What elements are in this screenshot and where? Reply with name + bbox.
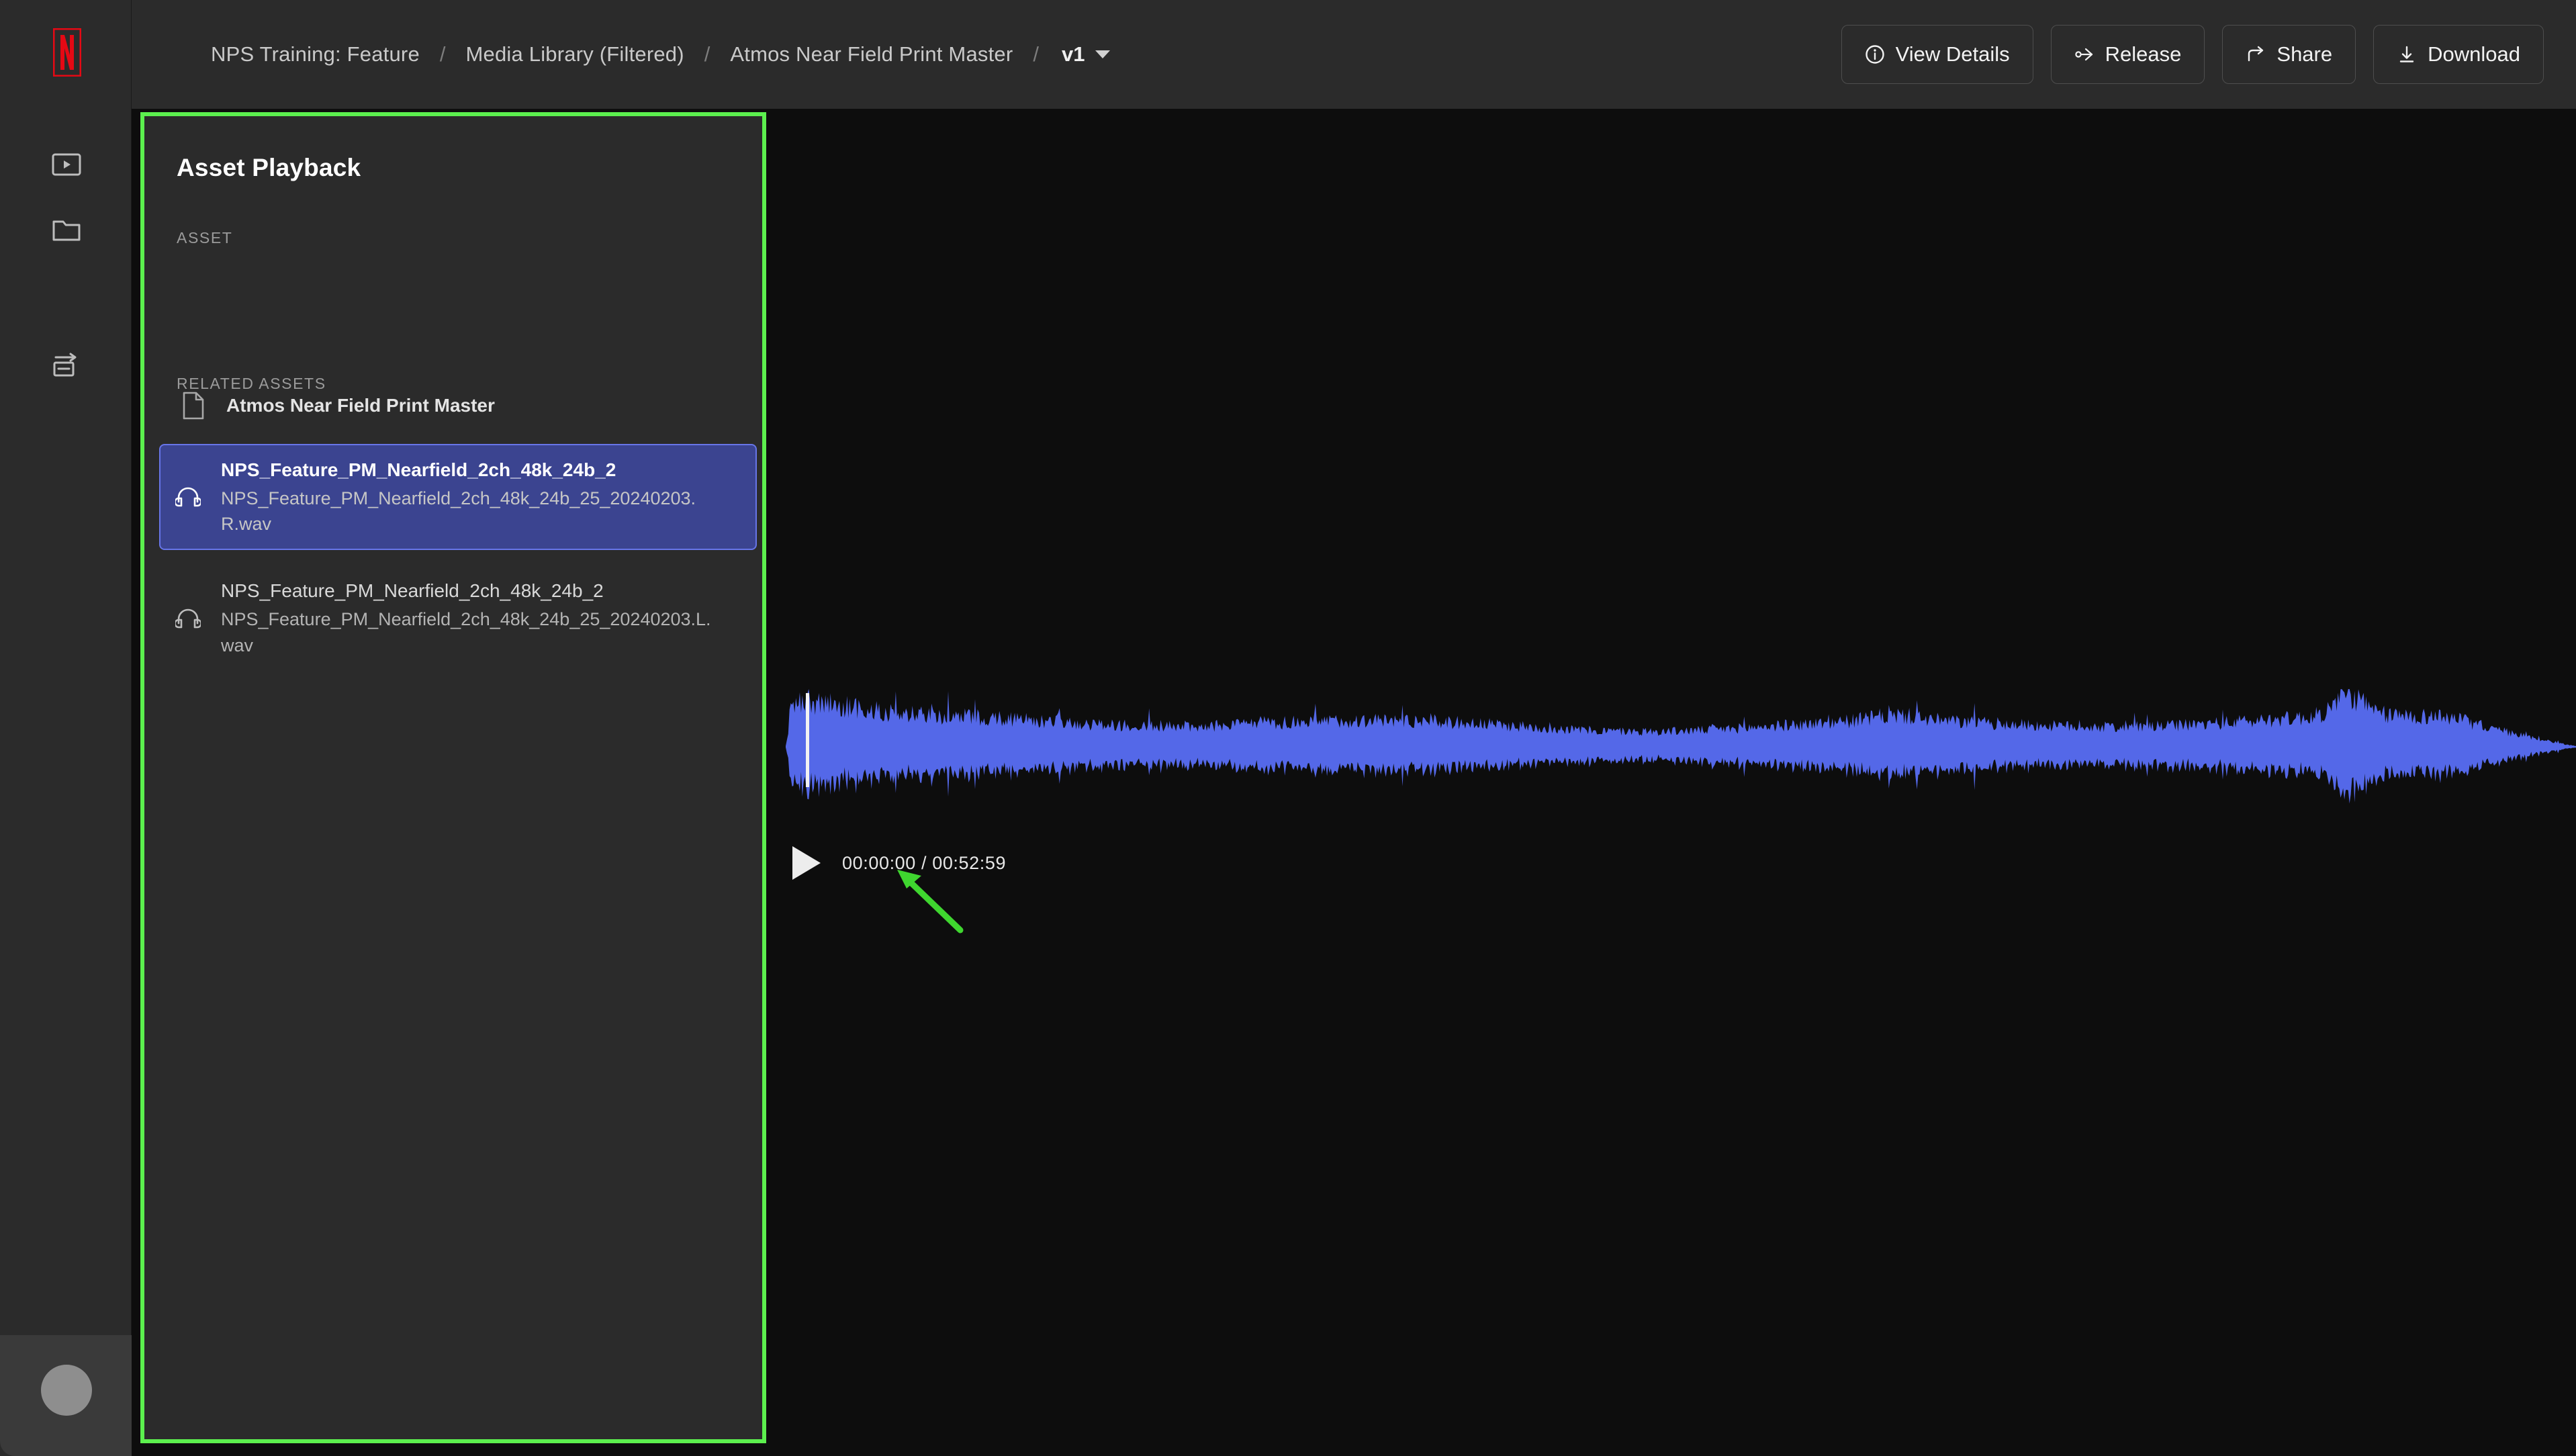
playhead[interactable] bbox=[806, 693, 809, 787]
share-arrow-icon bbox=[2246, 44, 2266, 64]
related-assets-list: NPS_Feature_PM_Nearfield_2ch_48k_24b_2 N… bbox=[159, 444, 757, 686]
version-selector[interactable]: v1 bbox=[1062, 42, 1111, 66]
release-label: Release bbox=[2105, 42, 2182, 66]
list-item-filename: NPS_Feature_PM_Nearfield_2ch_48k_24b_25_… bbox=[221, 609, 711, 655]
version-label: v1 bbox=[1062, 42, 1085, 66]
top-bar-actions: View Details Release Share Download bbox=[1841, 0, 2544, 109]
list-item[interactable]: NPS_Feature_PM_Nearfield_2ch_48k_24b_2 N… bbox=[159, 444, 757, 551]
breadcrumb-separator: / bbox=[704, 42, 710, 66]
player-controls: 00:00:00 / 00:52:59 bbox=[792, 846, 1006, 880]
download-button[interactable]: Download bbox=[2373, 25, 2544, 84]
chevron-down-icon bbox=[1095, 50, 1111, 58]
netflix-logo[interactable] bbox=[48, 24, 86, 81]
breadcrumb-separator: / bbox=[1033, 42, 1039, 66]
headphones-icon bbox=[175, 486, 201, 508]
breadcrumb-item-asset[interactable]: Atmos Near Field Print Master bbox=[730, 42, 1013, 66]
list-item-title: NPS_Feature_PM_Nearfield_2ch_48k_24b_2 bbox=[221, 580, 604, 602]
user-panel bbox=[0, 1335, 132, 1456]
download-icon bbox=[2397, 44, 2417, 64]
info-circle-icon bbox=[1865, 44, 1885, 64]
release-branch-icon bbox=[2074, 44, 2095, 64]
audio-waveform[interactable] bbox=[786, 686, 2576, 807]
view-details-button[interactable]: View Details bbox=[1841, 25, 2033, 84]
file-icon bbox=[182, 392, 205, 420]
avatar[interactable] bbox=[41, 1365, 92, 1416]
headphones-icon bbox=[175, 607, 201, 630]
breadcrumb-item-media-library[interactable]: Media Library (Filtered) bbox=[466, 42, 684, 66]
list-item-filename: NPS_Feature_PM_Nearfield_2ch_48k_24b_25_… bbox=[221, 488, 696, 535]
sidebar-item-folders[interactable] bbox=[44, 208, 89, 253]
left-icon-rail bbox=[0, 0, 132, 1456]
list-item[interactable]: NPS_Feature_PM_Nearfield_2ch_48k_24b_2 N… bbox=[159, 565, 757, 671]
download-label: Download bbox=[2428, 42, 2520, 66]
share-label: Share bbox=[2276, 42, 2333, 66]
player-stage: 00:00:00 / 00:52:59 bbox=[774, 109, 2576, 1456]
breadcrumb: NPS Training: Feature / Media Library (F… bbox=[211, 0, 1111, 109]
top-bar: NPS Training: Feature / Media Library (F… bbox=[132, 0, 2576, 109]
play-button[interactable] bbox=[792, 846, 821, 880]
share-button[interactable]: Share bbox=[2222, 25, 2356, 84]
sidebar-item-transfers[interactable] bbox=[44, 343, 89, 387]
asset-section-label: ASSET bbox=[177, 229, 233, 246]
related-assets-label: RELATED ASSETS bbox=[177, 375, 326, 392]
release-button[interactable]: Release bbox=[2050, 25, 2205, 84]
time-display: 00:00:00 / 00:52:59 bbox=[842, 852, 1007, 873]
view-details-label: View Details bbox=[1895, 42, 2010, 66]
asset-playback-panel: Asset Playback ASSET Atmos Near Field Pr… bbox=[140, 112, 766, 1443]
list-item-title: NPS_Feature_PM_Nearfield_2ch_48k_24b_2 bbox=[221, 459, 616, 480]
app-root: NPS Training: Feature / Media Library (F… bbox=[0, 0, 2576, 1456]
sidebar-item-media-player[interactable] bbox=[44, 142, 89, 187]
breadcrumb-item-project[interactable]: NPS Training: Feature bbox=[211, 42, 420, 66]
asset-name: Atmos Near Field Print Master bbox=[226, 395, 495, 416]
panel-title: Asset Playback bbox=[177, 154, 361, 181]
breadcrumb-separator: / bbox=[439, 42, 446, 66]
